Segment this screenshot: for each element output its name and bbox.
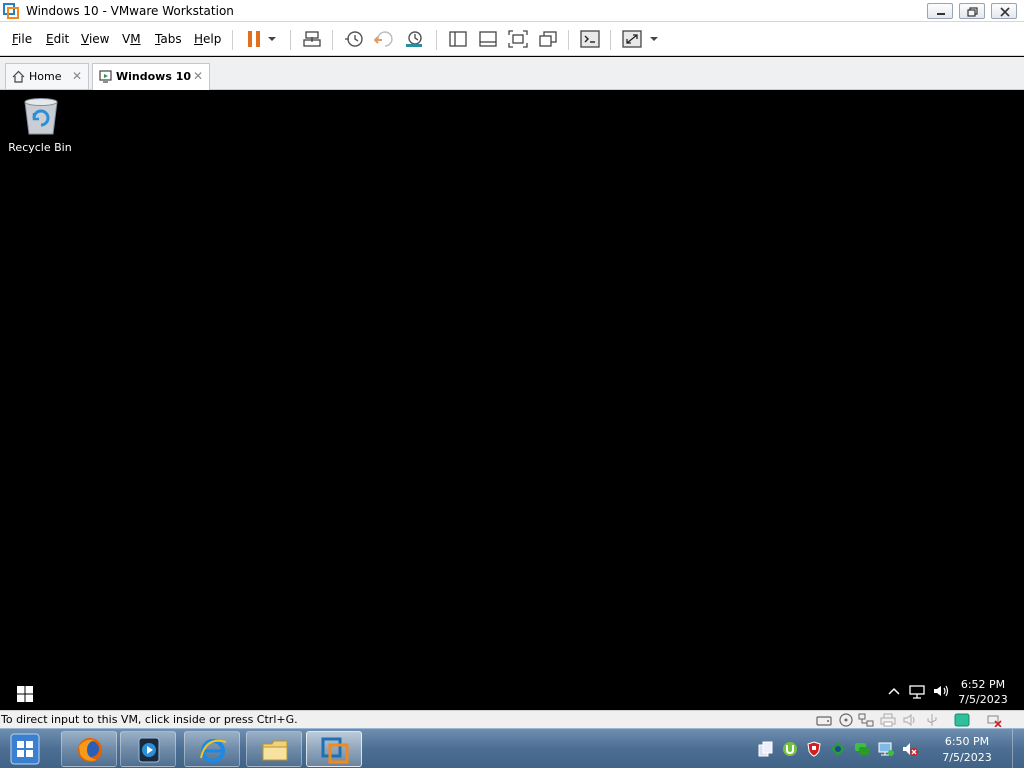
guest-clock-date: 7/5/2023 <box>958 693 1008 706</box>
thumbnail-bar-icon <box>479 31 497 47</box>
taskbar-media-player[interactable] <box>120 731 176 767</box>
keyboard-send-icon <box>303 31 321 47</box>
guest-system-tray <box>886 683 950 702</box>
take-snapshot-button[interactable] <box>342 28 366 50</box>
unity-button[interactable] <box>536 28 560 50</box>
tray-copy-icon[interactable] <box>758 741 774 760</box>
network-icon[interactable] <box>909 685 925 699</box>
library-panel-icon <box>449 31 467 47</box>
full-screen-icon <box>508 30 528 48</box>
close-icon <box>1000 7 1010 17</box>
stretch-guest-button[interactable] <box>620 28 644 50</box>
guest-clock[interactable]: 6:52 PM 7/5/2023 <box>948 677 1018 707</box>
pause-icon <box>248 31 260 47</box>
host-start-button[interactable] <box>3 731 47 767</box>
toolbar-separator <box>290 30 291 50</box>
tray-utorrent-icon[interactable] <box>782 741 798 760</box>
console-icon <box>580 30 600 48</box>
vm-guest-display[interactable]: Recycle Bin 6:52 PM 7/5/2023 <box>0 90 1024 710</box>
vmware-icon <box>321 737 349 764</box>
snapshot-manager-icon <box>406 31 422 47</box>
tab-windows-10[interactable]: Windows 10 ✕ <box>92 63 210 90</box>
toolbar-separator <box>436 30 437 50</box>
desktop-icon-recycle-bin[interactable]: Recycle Bin <box>4 96 76 154</box>
snapshot-clock-icon <box>345 31 363 47</box>
internet-explorer-icon <box>200 739 227 763</box>
menu-tabs[interactable]: Tabs <box>155 32 182 46</box>
stretch-dropdown-button[interactable] <box>646 28 662 50</box>
taskbar-vmware[interactable] <box>306 731 362 767</box>
guest-clock-time: 6:52 PM <box>960 678 1006 691</box>
host-clock[interactable]: 6:50 PM 7/5/2023 <box>936 734 998 766</box>
restore-icon <box>967 7 978 17</box>
tab-label: Windows 10 <box>116 70 192 83</box>
file-explorer-icon <box>262 740 288 761</box>
media-player-icon <box>138 737 160 763</box>
minimize-button[interactable] <box>927 3 953 19</box>
windows-logo-icon <box>10 733 40 765</box>
firefox-icon <box>78 738 102 762</box>
tab-label: Home <box>29 70 62 83</box>
tab-close-icon[interactable]: ✕ <box>193 69 203 83</box>
title-bar: Windows 10 - VMware Workstation <box>0 0 1024 22</box>
tray-network-icon[interactable] <box>878 741 894 760</box>
home-icon <box>12 70 25 86</box>
show-library-button[interactable] <box>446 28 470 50</box>
volume-icon[interactable] <box>934 685 949 697</box>
snapshot-manager-button[interactable] <box>402 28 426 50</box>
status-message: To direct input to this VM, click inside… <box>1 713 298 726</box>
recycle-bin-icon <box>22 96 60 139</box>
console-view-button[interactable] <box>578 28 602 50</box>
menu-toolbar: File Edit View VM Tabs Help <box>0 22 1024 56</box>
status-bar: To direct input to this VM, click inside… <box>0 710 1024 728</box>
window-title: Windows 10 - VMware Workstation <box>26 4 234 18</box>
menu-edit[interactable]: Edit <box>46 32 69 46</box>
tab-close-icon[interactable]: ✕ <box>72 69 82 83</box>
taskbar-firefox[interactable] <box>61 731 117 767</box>
vmware-app-icon <box>3 3 19 19</box>
windows-start-icon[interactable] <box>16 685 34 706</box>
show-thumbnail-bar-button[interactable] <box>476 28 500 50</box>
toolbar-separator <box>332 30 333 50</box>
suspend-button[interactable] <box>242 28 266 50</box>
full-screen-button[interactable] <box>506 28 530 50</box>
menu-help[interactable]: Help <box>194 32 221 46</box>
menu-vm[interactable]: VM <box>122 32 141 46</box>
tab-strip: Home ✕ Windows 10 ✕ <box>0 57 1024 148</box>
chevron-down-icon <box>650 37 658 41</box>
host-taskbar: 6:50 PM 7/5/2023 <box>0 728 1024 768</box>
unity-icon <box>539 31 557 47</box>
revert-icon <box>374 31 393 47</box>
tray-volume-muted-icon[interactable] <box>902 741 918 760</box>
restore-button[interactable] <box>959 3 985 19</box>
revert-snapshot-button[interactable] <box>372 28 396 50</box>
menu-file[interactable]: File <box>12 32 32 46</box>
host-clock-time: 6:50 PM <box>944 735 990 748</box>
tab-home[interactable]: Home ✕ <box>5 63 89 89</box>
host-clock-date: 7/5/2023 <box>942 751 992 764</box>
taskbar-internet-explorer[interactable] <box>184 731 240 767</box>
tray-app-icon[interactable] <box>830 741 846 760</box>
tray-chat-icon[interactable] <box>854 741 870 760</box>
chevron-up-icon[interactable] <box>888 687 900 695</box>
show-desktop-button[interactable] <box>1012 729 1024 768</box>
chevron-down-icon <box>268 37 276 41</box>
send-ctrl-alt-del-button[interactable] <box>300 28 324 50</box>
toolbar-separator <box>568 30 569 50</box>
power-dropdown-button[interactable] <box>264 28 280 50</box>
menu-view[interactable]: View <box>81 32 109 46</box>
toolbar-separator <box>610 30 611 50</box>
vm-icon <box>99 70 112 86</box>
minimize-icon <box>937 13 945 15</box>
stretch-icon <box>622 30 642 48</box>
toolbar-separator <box>232 30 233 50</box>
desktop-icon-label: Recycle Bin <box>8 141 72 154</box>
tray-shield-icon[interactable] <box>806 741 822 760</box>
close-button[interactable] <box>991 3 1017 19</box>
taskbar-file-explorer[interactable] <box>246 731 302 767</box>
